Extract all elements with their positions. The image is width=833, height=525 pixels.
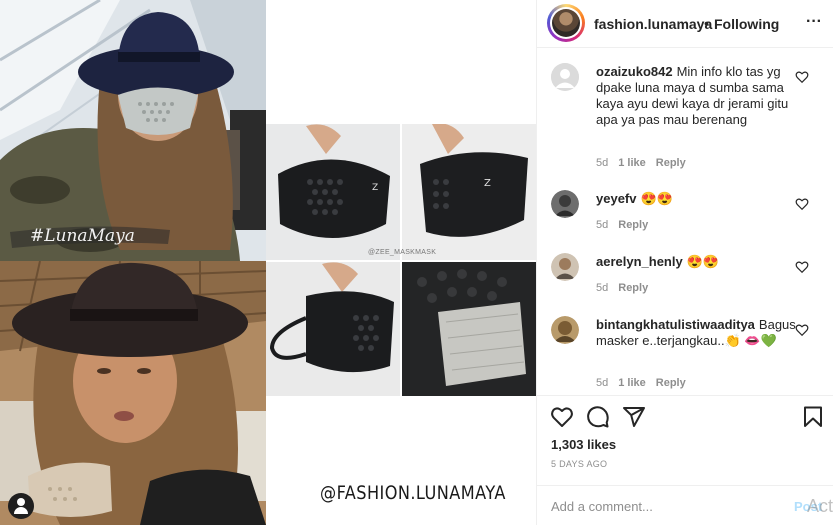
photo-avatar[interactable] (551, 190, 579, 218)
tagged-users-icon[interactable] (8, 493, 34, 519)
post-header: fashion.lunamaya • Following ··· (537, 0, 833, 48)
comment-meta: 5d 1 like Reply (596, 157, 696, 169)
comment-username[interactable]: yeyefv (596, 191, 636, 206)
photo-mask-side: Z (402, 124, 536, 260)
comment-item: yeyefv 😍😍 5d Reply (537, 179, 833, 242)
comment-meta: 5d 1 like Reply (596, 377, 696, 389)
comment-time[interactable]: 5d (596, 377, 608, 389)
comment-text: 😍😍 (686, 254, 720, 269)
default-avatar[interactable] (551, 63, 579, 91)
post-timestamp[interactable]: 5 DAYS AGO (551, 459, 607, 469)
post-media-collage[interactable]: Z Z #LunaMaya @ZEE_MASKMASK @FASHION.LUN… (0, 0, 536, 525)
heart-icon[interactable] (795, 323, 809, 337)
more-horizontal-icon[interactable]: ··· (804, 14, 824, 34)
photo-avatar[interactable] (551, 253, 579, 281)
comment-item: aerelyn_henly 😍😍 5d Reply (537, 242, 833, 305)
comment-time[interactable]: 5d (596, 282, 608, 294)
heart-icon[interactable] (550, 405, 574, 429)
add-comment-bar: Add a comment... Post Act (537, 485, 833, 525)
add-comment-input[interactable]: Add a comment... (551, 499, 653, 514)
header-separator: • (704, 15, 709, 31)
comment-likes[interactable]: 1 like (618, 377, 646, 389)
comment-likes[interactable]: 1 like (618, 157, 646, 169)
post-side-panel: fashion.lunamaya • Following ··· ozaizuk… (536, 0, 833, 525)
profile-avatar[interactable] (547, 4, 585, 42)
comment-meta: 5d Reply (596, 219, 658, 231)
photo-watermark-script: #LunaMaya (30, 226, 135, 246)
photo-mask-front: Z (266, 124, 400, 260)
reply-button[interactable]: Reply (618, 282, 648, 294)
collage-blank-bottom (266, 396, 536, 525)
windows-activation-watermark: Act (807, 496, 833, 516)
heart-icon[interactable] (795, 70, 809, 84)
comment-text: 😍😍 (640, 191, 673, 206)
comment-username[interactable]: bintangkhatulistiwaaditya (596, 317, 755, 332)
paper-plane-icon[interactable] (622, 405, 646, 429)
comment-username[interactable]: ozaizuko842 (596, 64, 673, 79)
comment-meta: 5d Reply (596, 282, 658, 294)
photo-watermark-small: @ZEE_MASKMASK (368, 249, 437, 256)
comment-body: aerelyn_henly 😍😍 (596, 254, 796, 270)
photo-mask-filter (402, 262, 536, 396)
post-username[interactable]: fashion.lunamaya (594, 16, 712, 32)
heart-icon[interactable] (795, 260, 809, 274)
comment-item: bintangkhatulistiwaaditya Bagus masker e.… (537, 305, 833, 395)
likes-count[interactable]: 1,303 likes (551, 437, 616, 452)
svg-text:Z: Z (484, 178, 491, 189)
comment-body: bintangkhatulistiwaaditya Bagus masker e.… (596, 317, 796, 349)
reply-button[interactable]: Reply (656, 157, 686, 169)
following-button[interactable]: Following (714, 16, 779, 32)
post-actions: 1,303 likes 5 DAYS AGO (537, 395, 833, 485)
photo-watermark-handle: @FASHION.LUNAMAYA (320, 482, 506, 504)
bookmark-icon[interactable] (801, 405, 825, 429)
svg-text:Z: Z (372, 183, 378, 193)
comment-item: ozaizuko842 Min info klo tas yg dpake lun… (537, 49, 833, 179)
photo-airport-mask (0, 0, 266, 261)
comment-body: yeyefv 😍😍 (596, 191, 796, 207)
comment-time[interactable]: 5d (596, 219, 608, 231)
heart-icon[interactable] (795, 197, 809, 211)
collage-blank-top (266, 0, 536, 124)
reply-button[interactable]: Reply (618, 219, 648, 231)
comment-icon[interactable] (586, 405, 610, 429)
photo-mask-straps (266, 262, 400, 396)
photo-beach-hat (0, 261, 266, 525)
reply-button[interactable]: Reply (656, 377, 686, 389)
comments-list[interactable]: ozaizuko842 Min info klo tas yg dpake lun… (537, 49, 833, 395)
comment-username[interactable]: aerelyn_henly (596, 254, 683, 269)
comment-time[interactable]: 5d (596, 157, 608, 169)
comment-body: ozaizuko842 Min info klo tas yg dpake lun… (596, 64, 796, 128)
photo-avatar[interactable] (551, 316, 579, 344)
